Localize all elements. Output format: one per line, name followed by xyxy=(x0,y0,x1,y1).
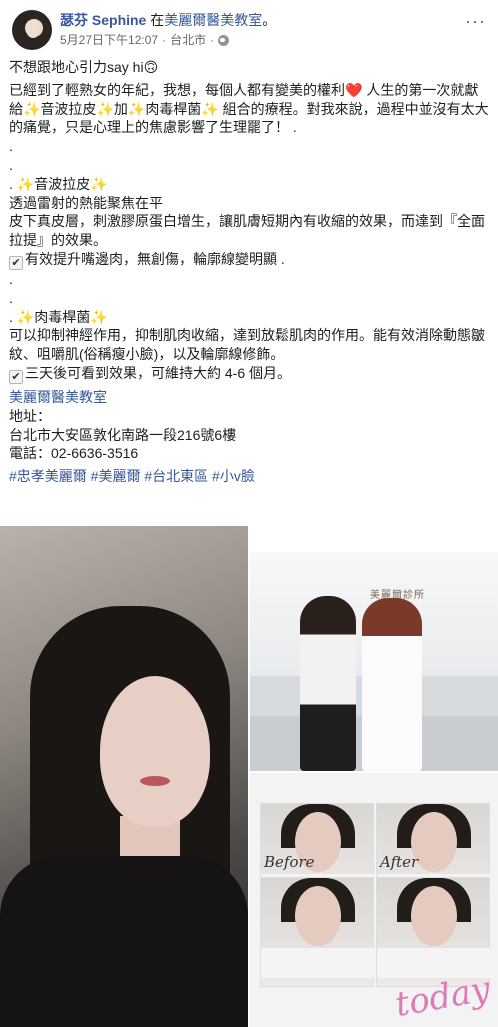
spacer-dot: . xyxy=(9,270,13,287)
meta-separator: · xyxy=(162,33,167,47)
before-caption: Before xyxy=(264,853,315,871)
photo-face xyxy=(100,676,210,826)
section-2-check: ✔ 三天後可看到效果，可維持大約 4-6 個月。 xyxy=(9,364,491,384)
section-1-line-2: 皮下真皮層，刺激膠原蛋白增生，讓肌膚短期內有收縮的效果，而達到『全面拉提』的效果… xyxy=(9,213,485,249)
globe-icon[interactable] xyxy=(218,34,230,46)
address-text: 台北市大安區敦化南路一段216號6樓 xyxy=(9,426,237,443)
spacer-dot: . xyxy=(9,156,13,173)
spacer-dot: . xyxy=(9,138,13,155)
author-at-text: 在 xyxy=(150,12,165,28)
clinic-ceiling xyxy=(250,526,498,552)
section-1-check: ✔ 有效提升嘴邊肉，無創傷，輪廓線變明顯 . xyxy=(9,250,491,270)
sparkle-icon: ✨ xyxy=(16,175,35,192)
phone-text: 電話：02-6636-3516 xyxy=(9,445,139,462)
spacer-dot: . xyxy=(9,289,13,306)
photo-lips xyxy=(140,776,170,786)
after-caption: After xyxy=(380,853,419,871)
section-2-title: . ✨肉毒桿菌✨ xyxy=(9,308,108,325)
person-patient xyxy=(300,596,356,771)
post-header: 瑟芬 Sephine 在美麗爾醫美教室。 5月27日下午12:07 · 台北市 … xyxy=(0,0,498,56)
before-after-photo[interactable]: Before After today xyxy=(250,773,498,1027)
sparkle-icon: ✨ xyxy=(90,308,108,325)
before-side-cell xyxy=(260,877,375,987)
sparkle-icon: ✨ xyxy=(90,175,108,192)
location-page-link[interactable]: 美麗爾醫美教室 xyxy=(164,12,262,28)
hashtag-links[interactable]: #忠孝美麗爾 #美麗爾 #台北東區 #小v臉 xyxy=(9,467,491,486)
sparkle-icon: ✨ xyxy=(23,100,41,117)
author-line: 瑟芬 Sephine 在美麗爾醫美教室。 xyxy=(60,11,276,29)
sparkle-icon: ✨ xyxy=(16,308,35,325)
section-1-title: . ✨音波拉皮✨ xyxy=(9,175,108,192)
sparkle-icon: ✨ xyxy=(127,100,146,117)
sparkle-icon: ✨ xyxy=(201,100,219,117)
meta-separator-2: · xyxy=(210,33,215,47)
author-avatar[interactable] xyxy=(12,10,52,50)
section-2-line-1: 可以抑制神經作用，抑制肌肉收縮，達到放鬆肌肉的作用。能有效消除動態皺紋、咀嚼肌(… xyxy=(9,327,485,363)
clinic-page-link[interactable]: 美麗爾醫美教室 xyxy=(9,388,491,407)
check-icon: ✔ xyxy=(9,369,23,384)
ellipsis-icon[interactable]: ··· xyxy=(465,12,486,30)
paragraph-1: 已經到了輕熟女的年紀，我想，每個人都有變美的權利❤️ 人生的第一次就獻給✨音波拉… xyxy=(9,81,489,136)
post-meta: 5月27日下午12:07 · 台北市 · xyxy=(60,32,230,48)
address-label: 地址： xyxy=(9,407,51,424)
clinic-photo[interactable]: 美麗爾診所 xyxy=(250,526,498,771)
post-city[interactable]: 台北市 xyxy=(170,32,206,48)
person-doctor xyxy=(362,598,422,771)
author-name-link[interactable]: 瑟芬 Sephine xyxy=(60,12,146,28)
sparkle-icon: ✨ xyxy=(96,100,114,117)
check-icon: ✔ xyxy=(9,255,23,270)
post-timestamp[interactable]: 5月27日下午12:07 xyxy=(60,32,158,48)
location-suffix: 。 xyxy=(262,12,277,28)
intro-line: 不想跟地心引力say hi🙃 xyxy=(9,59,159,75)
heart-icon: ❤️ xyxy=(345,81,363,98)
section-1-line-1: 透過雷射的熱能聚焦在平 xyxy=(9,194,163,211)
photo-shirt xyxy=(0,856,248,1027)
post-body: 不想跟地心引力say hi🙃 已經到了輕熟女的年紀，我想，每個人都有變美的權利❤… xyxy=(9,58,491,486)
portrait-photo[interactable] xyxy=(0,526,248,1027)
